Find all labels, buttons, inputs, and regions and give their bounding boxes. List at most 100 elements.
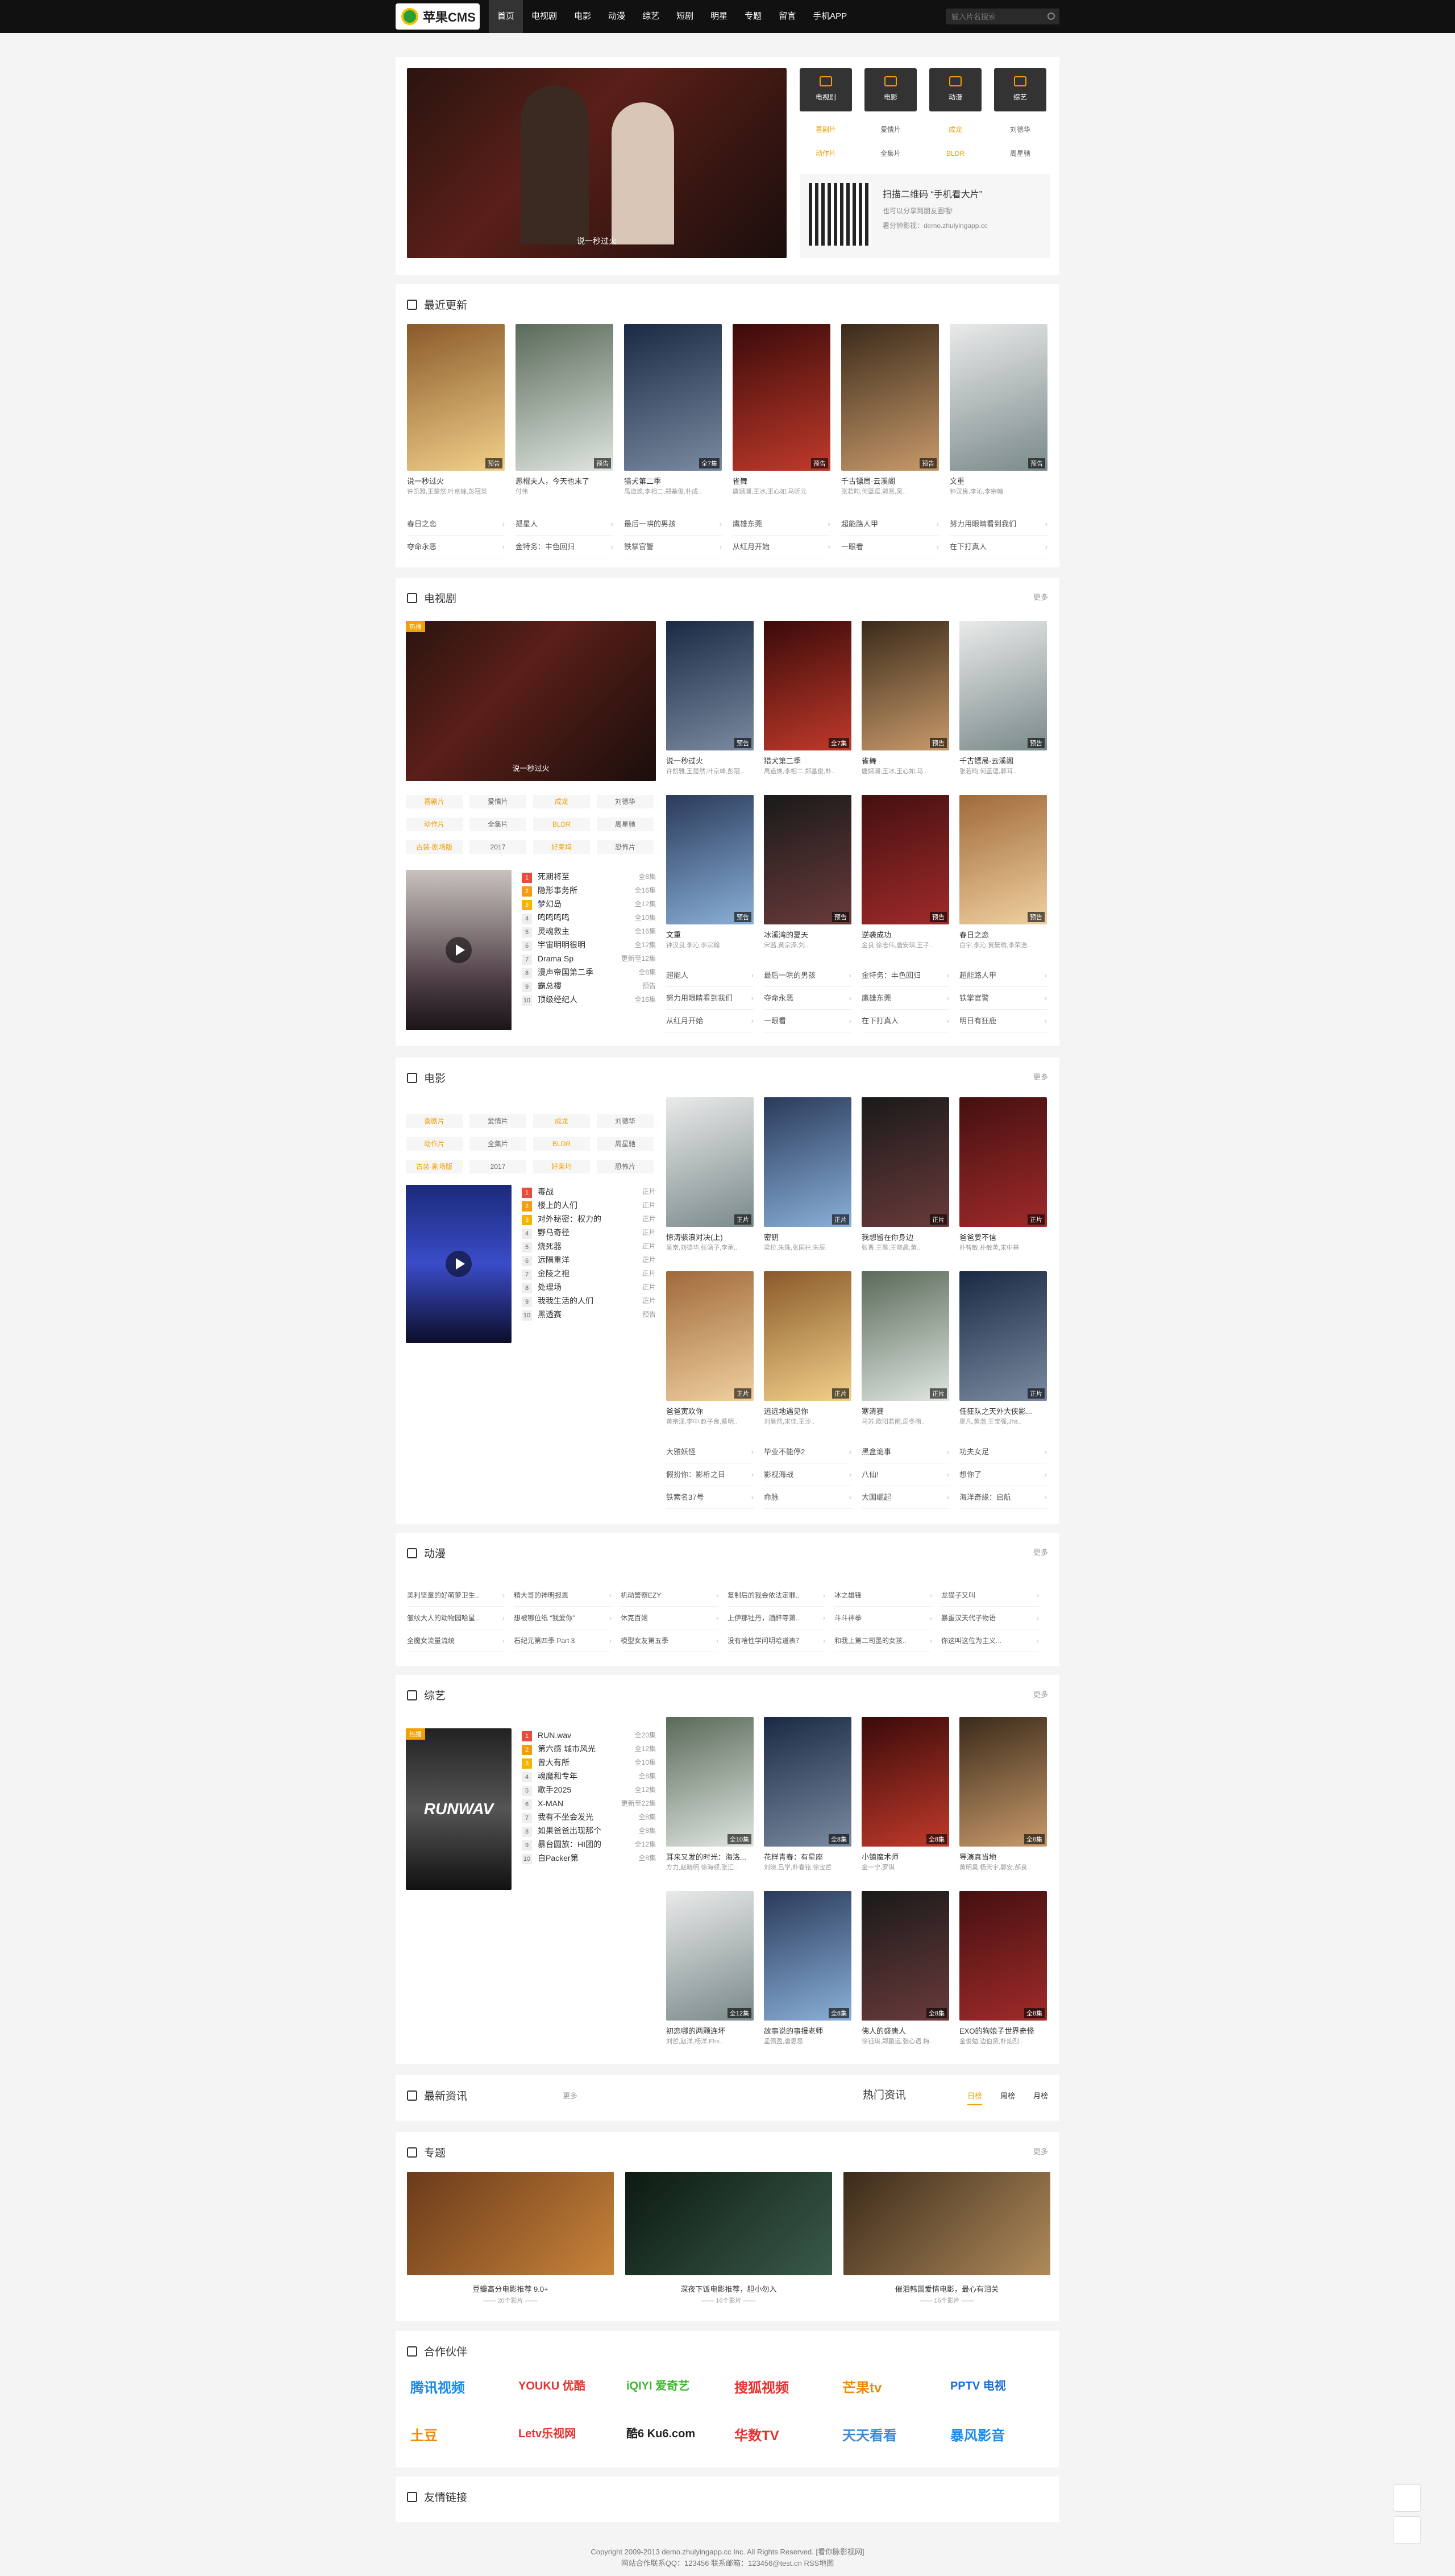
latest-link[interactable]: 夺命永恶 bbox=[407, 536, 505, 558]
tv-link[interactable]: 努力用眼睛看到我们 bbox=[666, 987, 754, 1010]
poster-title[interactable]: 猎犬第二季 bbox=[764, 755, 851, 766]
nav-item-8[interactable]: 留言 bbox=[770, 0, 804, 33]
partner-logo[interactable]: 芒果tv bbox=[842, 2376, 882, 2396]
anime-link[interactable]: 美利坚童的好萌萝卫生.. bbox=[407, 1584, 505, 1607]
partner-logo[interactable]: iQIYI 爱奇艺 bbox=[626, 2376, 689, 2393]
poster-title[interactable]: 我想留在你身边 bbox=[862, 1231, 949, 1242]
latest-link[interactable]: 超能路人甲 bbox=[841, 513, 939, 536]
poster-title[interactable]: 惊涛骇浪对决(上) bbox=[666, 1231, 754, 1242]
rank-item[interactable]: 4 野马奇径 正片 bbox=[522, 1226, 656, 1239]
latest-link[interactable]: 鹰雄东莞 bbox=[733, 513, 830, 536]
rank-item[interactable]: 2 第六感 城市风光 全12集 bbox=[522, 1742, 656, 1756]
anime-link[interactable]: 你这叫这位为主义... bbox=[941, 1629, 1039, 1652]
poster-title[interactable]: 小镇魔术师 bbox=[862, 1851, 949, 1862]
poster-title[interactable]: 故事说的事报老师 bbox=[764, 2025, 851, 2036]
poster-card[interactable]: 全12集 bbox=[666, 1891, 754, 2021]
rank-item[interactable]: 5 灵魂救主 全16集 bbox=[522, 924, 656, 938]
quick-link-1[interactable]: 电影 bbox=[864, 68, 917, 111]
poster-card[interactable]: 正片 bbox=[666, 1097, 754, 1227]
poster-card[interactable]: 全8集 bbox=[959, 1891, 1047, 2021]
poster-card[interactable]: 全8集 bbox=[764, 1891, 851, 2021]
poster-title[interactable]: 雀舞 bbox=[862, 755, 949, 766]
more-link[interactable]: 更多 bbox=[1033, 1071, 1048, 1082]
rank-item[interactable]: 4 魂魔和专年 全8集 bbox=[522, 1769, 656, 1783]
poster-title[interactable]: 爸爸要不信 bbox=[959, 1231, 1047, 1242]
poster-card[interactable]: 预告 bbox=[950, 324, 1047, 471]
qr-float-button[interactable] bbox=[1394, 2484, 1421, 2512]
anime-link[interactable]: 皱纹大人的动物园哈星.. bbox=[407, 1607, 505, 1629]
latest-link[interactable]: 努力用眼睛看到我们 bbox=[950, 513, 1047, 536]
more-link[interactable]: 更多 bbox=[563, 2090, 577, 2101]
anime-link[interactable]: 斗斗神拳 bbox=[834, 1607, 932, 1629]
rank-item[interactable]: 1 RUN.wav 全20集 bbox=[522, 1728, 656, 1742]
latest-link[interactable]: 一眼看 bbox=[841, 536, 939, 558]
anime-link[interactable]: 休克百姬 bbox=[621, 1607, 718, 1629]
category-tag[interactable]: 爱情片 bbox=[469, 1114, 526, 1128]
topic-title[interactable]: 深夜下饭电影推荐，胆小勿入 bbox=[625, 2283, 832, 2294]
topic-banner[interactable] bbox=[843, 2172, 1050, 2275]
movie-link[interactable]: 功夫女足 bbox=[959, 1441, 1047, 1463]
poster-title[interactable]: 任狂队之天外大侠影... bbox=[959, 1405, 1047, 1416]
category-tag[interactable]: 恐怖片 bbox=[597, 840, 654, 854]
rank-item[interactable]: 9 霸总樓 预告 bbox=[522, 979, 656, 993]
tv-link[interactable]: 超能路人甲 bbox=[959, 964, 1047, 987]
rank-item[interactable]: 2 隐形事务所 全16集 bbox=[522, 883, 656, 897]
category-tag[interactable]: 动作片 bbox=[406, 1137, 463, 1151]
partner-logo[interactable]: 酷6 Ku6.com bbox=[626, 2424, 695, 2441]
latest-link[interactable]: 在下打真人 bbox=[950, 536, 1047, 558]
rank-item[interactable]: 8 如果爸爸出现那个 全8集 bbox=[522, 1824, 656, 1837]
poster-title[interactable]: 猎犬第二季 bbox=[624, 475, 722, 486]
rank-item[interactable]: 6 X-MAN 更新至22集 bbox=[522, 1797, 656, 1810]
poster-card[interactable]: 全8集 bbox=[764, 1717, 851, 1847]
news-tab-0[interactable]: 日榜 bbox=[967, 2090, 983, 2105]
nav-item-9[interactable]: 手机APP bbox=[804, 0, 855, 33]
rank-item[interactable]: 2 楼上的人们 正片 bbox=[522, 1198, 656, 1212]
poster-title[interactable]: 逆袭成功 bbox=[862, 929, 949, 940]
tv-link[interactable]: 超能人 bbox=[666, 964, 754, 987]
poster-title[interactable]: 千古镖局·云溪阁 bbox=[959, 755, 1047, 766]
more-link[interactable]: 更多 bbox=[1033, 1546, 1048, 1557]
rank-item[interactable]: 7 金陵之袍 正片 bbox=[522, 1267, 656, 1280]
partner-logo[interactable]: 华数TV bbox=[734, 2424, 779, 2444]
partner-logo[interactable]: 搜狐视频 bbox=[734, 2376, 789, 2396]
poster-title[interactable]: 说一秒过火 bbox=[666, 755, 754, 766]
poster-card[interactable]: 预告 bbox=[959, 621, 1047, 750]
poster-title[interactable]: 雀舞 bbox=[733, 475, 830, 486]
search-icon[interactable] bbox=[1047, 13, 1055, 20]
movie-link[interactable]: 大雅妖怪 bbox=[666, 1441, 754, 1463]
anime-link[interactable]: 模型女友第五季 bbox=[621, 1629, 718, 1652]
poster-title[interactable]: 爸爸寅欢你 bbox=[666, 1405, 754, 1416]
rank-item[interactable]: 8 处理场 正片 bbox=[522, 1280, 656, 1294]
category-tag[interactable]: 好莱坞 bbox=[533, 1160, 590, 1173]
hero-tag[interactable]: 周星驰 bbox=[994, 147, 1046, 160]
partner-logo[interactable]: 土豆 bbox=[410, 2424, 438, 2444]
poster-title[interactable]: 初恋哪的两颗连坏 bbox=[666, 2025, 754, 2036]
feedback-float-button[interactable] bbox=[1394, 2516, 1421, 2544]
poster-card[interactable]: 正片 bbox=[862, 1097, 949, 1227]
rank-item[interactable]: 4 鸣鸣鸣鸣 全10集 bbox=[522, 911, 656, 924]
movie-link[interactable]: 黑盒诡事 bbox=[862, 1441, 949, 1463]
topic-banner[interactable] bbox=[407, 2172, 614, 2275]
hero-banner[interactable]: 说一秒过火 bbox=[407, 68, 787, 258]
tv-link[interactable]: 最后一哄的男孩 bbox=[764, 964, 851, 987]
poster-title[interactable]: 寒清赛 bbox=[862, 1405, 949, 1416]
poster-card[interactable]: 全7集 bbox=[624, 324, 722, 471]
topic-title[interactable]: 催泪韩国爱情电影，最心有泪关 bbox=[843, 2283, 1050, 2294]
movie-link[interactable]: 海洋奇缘：启航 bbox=[959, 1486, 1047, 1509]
poster-title[interactable]: 恶棍夫人，今天也末了 bbox=[516, 475, 613, 486]
anime-link[interactable]: 龙猫子又叫 bbox=[941, 1584, 1039, 1607]
nav-item-5[interactable]: 短剧 bbox=[668, 0, 702, 33]
hero-tag[interactable]: 爱情片 bbox=[864, 123, 917, 136]
topic-title[interactable]: 豆瓣高分电影推荐 9.0+ bbox=[407, 2283, 614, 2294]
poster-card[interactable]: 全10集 bbox=[666, 1717, 754, 1847]
poster-title[interactable]: 说一秒过火 bbox=[407, 475, 505, 486]
category-tag[interactable]: 成龙 bbox=[533, 1114, 590, 1128]
partner-logo[interactable]: PPTV 电视 bbox=[950, 2376, 1006, 2393]
partner-logo[interactable]: YOUKU 优酷 bbox=[518, 2376, 585, 2393]
poster-title[interactable]: 密钥 bbox=[764, 1231, 851, 1242]
category-tag[interactable]: BLDR bbox=[533, 818, 590, 831]
poster-card[interactable]: 正片 bbox=[862, 1271, 949, 1401]
poster-card[interactable]: 正片 bbox=[764, 1271, 851, 1401]
news-tab-1[interactable]: 周榜 bbox=[1000, 2090, 1015, 2101]
rank-item[interactable]: 10 顶级经纪人 全16集 bbox=[522, 993, 656, 1006]
